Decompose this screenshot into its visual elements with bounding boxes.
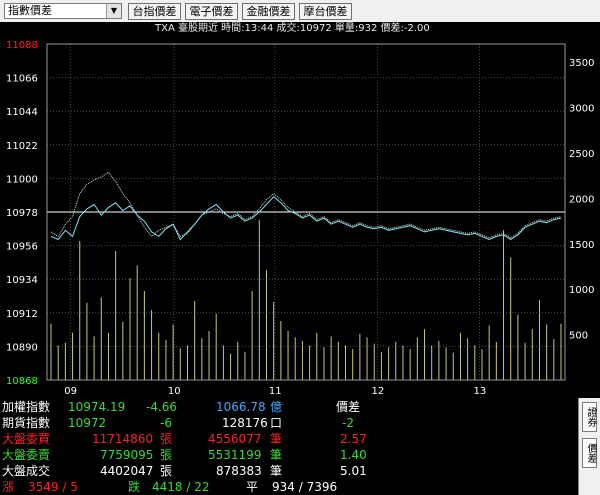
- quote-panel: 加權指數 10974.19 -4.66 1066.78 億 價差 期貨指數 10…: [0, 398, 600, 495]
- decline-label: 跌: [128, 480, 141, 494]
- y-tick-label: 10912: [6, 309, 38, 320]
- advance-value: 3549 / 5: [28, 480, 78, 494]
- y-tick-label: 10978: [6, 208, 38, 219]
- bid-qty-unit: 張: [160, 432, 173, 446]
- side-tab-strip: 證券 價差: [578, 398, 600, 495]
- turnover-qty-unit: 張: [160, 464, 173, 478]
- volume-tick-label: 2000: [569, 194, 594, 205]
- unchanged-value: 934 / 7396: [272, 480, 338, 494]
- bid-orders: 4556077: [208, 432, 262, 446]
- y-tick-label: 10890: [6, 342, 38, 353]
- turnover-orders: 878383: [216, 464, 262, 478]
- ask-orders-unit: 筆: [270, 448, 283, 462]
- ask-qty: 7759095: [100, 448, 154, 462]
- taiex-amount: 1066.78: [216, 400, 266, 414]
- volume-tick-label: 3500: [569, 58, 594, 69]
- x-axis: 09 10 11 12 13: [64, 386, 486, 397]
- tab-securities[interactable]: 證券: [582, 402, 597, 432]
- futures-change: -6: [160, 416, 172, 430]
- volume-tick-label: 500: [569, 331, 588, 342]
- volume-tick-label: 1000: [569, 285, 594, 296]
- ask-ratio: 1.40: [340, 448, 367, 462]
- electronics-spread-button[interactable]: 電子價差: [185, 3, 238, 20]
- tab-spread[interactable]: 價差: [582, 438, 597, 468]
- chevron-down-icon[interactable]: ▼: [106, 4, 121, 18]
- ask-orders: 5531199: [208, 448, 262, 462]
- index-price-line: [50, 196, 562, 241]
- volume-tick-label: 1500: [569, 240, 594, 251]
- taiex-label: 加權指數: [2, 400, 51, 414]
- y-tick-label: 11044: [6, 107, 38, 118]
- spread-chart[interactable]: 11088 11066 11044 11022 11000 10978 10956 10934…: [0, 36, 600, 398]
- msci-taiwan-spread-button[interactable]: 摩台價差: [299, 3, 352, 20]
- ticker-info-bar: TXA 臺股期近 時間:13:44 成交:10972 單量:932 價差:-2.…: [0, 22, 600, 36]
- taiex-spread-button[interactable]: 台指價差: [128, 3, 181, 20]
- y-tick-label: 10956: [6, 242, 38, 253]
- taiex-row: 加權指數 10974.19 -4.66 1066.78 億 價差: [0, 399, 578, 415]
- decline-value: 4418 / 22: [152, 480, 210, 494]
- y-tick-label: 11066: [6, 74, 38, 85]
- y-tick-label: 11088: [6, 40, 38, 51]
- ask-qty-unit: 張: [160, 448, 173, 462]
- chart-type-select[interactable]: 指數價差 ▼: [4, 3, 122, 19]
- y-tick-label: 11000: [6, 174, 38, 185]
- volume-tick-label: 2500: [569, 149, 594, 160]
- turnover-ratio: 5.01: [340, 464, 367, 478]
- y-tick-label: 11022: [6, 141, 38, 152]
- bid-orders-unit: 筆: [270, 432, 283, 446]
- futures-row: 期貨指數 10972 -6 128176 口 -2: [0, 415, 578, 431]
- bid-label: 大盤委買: [2, 432, 51, 446]
- x-tick-label: 12: [371, 386, 384, 397]
- volume-bars: [50, 220, 562, 380]
- ticker-text: TXA 臺股期近 時間:13:44 成交:10972 單量:932 價差:-2.…: [155, 23, 430, 34]
- taiex-change: -4.66: [146, 400, 178, 414]
- advance-label: 漲: [2, 480, 15, 494]
- bid-row: 大盤委買 11714860 張 4556077 筆 2.57: [0, 431, 578, 447]
- unchanged-label: 平: [246, 480, 259, 494]
- futures-volume: 128176: [222, 416, 268, 430]
- spread-value: -2: [342, 416, 354, 430]
- taiex-price: 10974.19: [68, 400, 126, 414]
- x-tick-label: 09: [64, 386, 77, 397]
- y-tick-label: 10934: [6, 275, 38, 286]
- toolbar: 指數價差 ▼ 台指價差 電子價差 金融價差 摩台價差: [0, 0, 600, 22]
- bid-ratio: 2.57: [340, 432, 367, 446]
- chart-svg: 11088 11066 11044 11022 11000 10978 10956 10934…: [6, 40, 594, 397]
- breadth-row: 漲 3549 / 5 跌 4418 / 22 平 934 / 7396: [0, 479, 578, 495]
- x-tick-label: 13: [474, 386, 487, 397]
- turnover-row: 大盤成交 4402047 張 878383 筆 5.01: [0, 463, 578, 479]
- taiex-amount-unit: 億: [270, 400, 283, 414]
- finance-spread-button[interactable]: 金融價差: [242, 3, 295, 20]
- bid-qty: 11714860: [92, 432, 154, 446]
- x-tick-label: 11: [269, 386, 282, 397]
- spread-label: 價差: [336, 400, 361, 414]
- turnover-label: 大盤成交: [2, 464, 51, 478]
- turnover-orders-unit: 筆: [270, 464, 283, 478]
- volume-axis: 3500 3000 2500 2000 1500 1000 500: [569, 58, 594, 341]
- volume-tick-label: 3000: [569, 104, 594, 115]
- y-tick-label: 10868: [6, 376, 38, 387]
- ask-label: 大盤委賣: [2, 448, 51, 462]
- x-tick-label: 10: [168, 386, 181, 397]
- futures-volume-unit: 口: [270, 416, 283, 430]
- y-axis: 11088 11066 11044 11022 11000 10978 10956 10934…: [6, 40, 38, 387]
- futures-price-line: [50, 171, 562, 239]
- chart-type-select-value: 指數價差: [8, 4, 52, 17]
- ask-row: 大盤委賣 7759095 張 5531199 筆 1.40: [0, 447, 578, 463]
- futures-label: 期貨指數: [2, 416, 51, 430]
- turnover-qty: 4402047: [100, 464, 154, 478]
- futures-price: 10972: [68, 416, 107, 430]
